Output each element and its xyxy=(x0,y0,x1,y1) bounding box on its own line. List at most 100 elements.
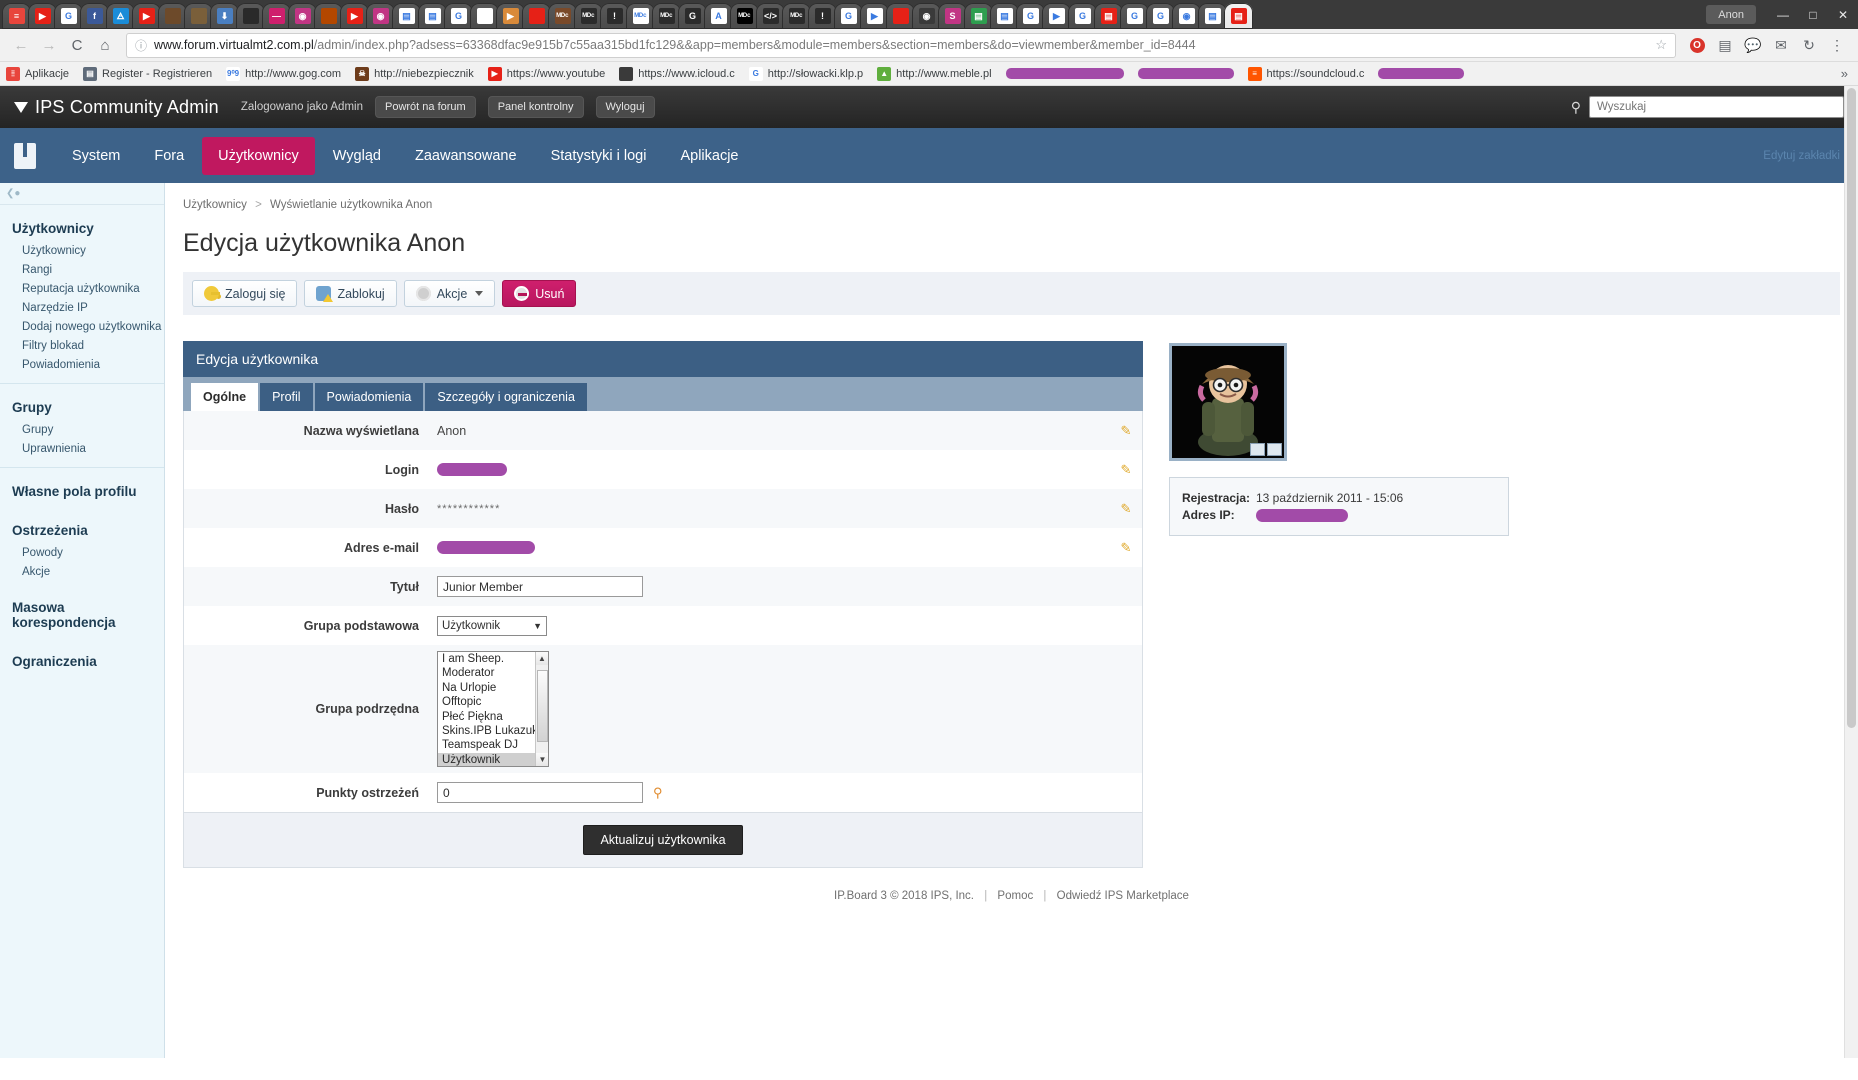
site-info-icon[interactable]: ⓘ xyxy=(135,37,147,54)
sidebar-item-dodaj-nowego-u-ytkownika[interactable]: Dodaj nowego użytkownika xyxy=(0,318,164,337)
browser-tab[interactable]: ◉ xyxy=(912,3,941,29)
listbox-option[interactable]: I am Sheep. xyxy=(438,652,548,666)
mail-icon[interactable]: ✉ xyxy=(1768,32,1794,58)
browser-tab[interactable] xyxy=(886,3,915,29)
browser-tab[interactable]: ᴹᴰᶜ xyxy=(626,3,655,29)
browser-tab[interactable]: f xyxy=(80,3,109,29)
search-icon[interactable]: ⚲ xyxy=(1571,99,1581,116)
browser-tab[interactable]: ᴹᴰᶜ xyxy=(548,3,577,29)
forward-icon[interactable]: → xyxy=(36,32,62,58)
warn-points-input[interactable] xyxy=(437,782,643,803)
browser-tab[interactable]: ▤ xyxy=(1224,3,1253,29)
nav-item-wygl-d[interactable]: Wygląd xyxy=(317,137,397,175)
sidebar-item-uprawnienia[interactable]: Uprawnienia xyxy=(0,440,164,459)
scroll-up-icon[interactable]: ▲ xyxy=(536,652,548,665)
browser-tab[interactable]: ᴹᴰᶜ xyxy=(782,3,811,29)
browser-tab[interactable] xyxy=(236,3,265,29)
browser-tab[interactable]: ᴹᴰᶜ xyxy=(574,3,603,29)
magnifier-icon[interactable]: ⚲ xyxy=(653,785,663,801)
browser-tab[interactable]: G xyxy=(54,3,83,29)
browser-tab[interactable]: ▶ xyxy=(132,3,161,29)
browser-tab[interactable]: ǃ xyxy=(808,3,837,29)
tab-szczeg-y-i-ograniczenia[interactable]: Szczegóły i ograniczenia xyxy=(425,383,587,411)
delete-user-button[interactable]: Usuń xyxy=(502,280,577,307)
comment-icon[interactable]: 💬 xyxy=(1740,32,1766,58)
browser-tab[interactable]: G xyxy=(1068,3,1097,29)
browser-tab[interactable] xyxy=(314,3,343,29)
listbox-option[interactable]: Płeć Piękna xyxy=(438,710,548,724)
listbox-option[interactable]: Moderator xyxy=(438,666,548,680)
sidebar-heading-w-asne-pola-profilu[interactable]: Własne pola profilu xyxy=(0,477,164,505)
edit-email-icon[interactable]: ✎ xyxy=(1110,540,1142,556)
browser-tab[interactable]: ⬇ xyxy=(210,3,239,29)
marketplace-link[interactable]: Odwiedź IPS Marketplace xyxy=(1057,890,1189,902)
profile-chip[interactable]: Anon xyxy=(1706,5,1756,24)
browser-tab[interactable]: G xyxy=(1016,3,1045,29)
browser-tab[interactable]: ▤ xyxy=(392,3,421,29)
browser-tab[interactable] xyxy=(184,3,213,29)
browser-tab[interactable]: </> xyxy=(756,3,785,29)
browser-tab[interactable]: 🜁 xyxy=(106,3,135,29)
browser-tab[interactable]: ᴹᴰᶜ xyxy=(652,3,681,29)
browser-tab[interactable]: G xyxy=(678,3,707,29)
browser-tab[interactable]: G xyxy=(834,3,863,29)
scrollbar-thumb[interactable] xyxy=(537,670,548,742)
browser-tab[interactable]: ▶ xyxy=(340,3,369,29)
browser-tab[interactable]: G xyxy=(1146,3,1175,29)
browser-tab[interactable]: G xyxy=(1120,3,1149,29)
reload-icon[interactable]: C xyxy=(64,32,90,58)
nav-item-system[interactable]: System xyxy=(56,137,136,175)
browser-tab[interactable]: ▤ xyxy=(964,3,993,29)
dashboard-icon[interactable] xyxy=(14,142,36,169)
browser-tab[interactable]: ▤ xyxy=(418,3,447,29)
title-input[interactable] xyxy=(437,576,643,597)
bookmarks-overflow-icon[interactable]: » xyxy=(1841,66,1852,81)
edit-login-icon[interactable]: ✎ xyxy=(1110,462,1142,478)
bookmark-item[interactable]: ▲ http://www.meble.pl xyxy=(877,66,992,81)
maximize-button[interactable]: □ xyxy=(1798,0,1828,29)
browser-tab[interactable] xyxy=(158,3,187,29)
tab-og-lne[interactable]: Ogólne xyxy=(191,383,259,411)
bookmark-item[interactable]: ⦙⦙ Aplikacje xyxy=(6,66,69,81)
sidebar-item-grupy[interactable]: Grupy xyxy=(0,421,164,440)
sidebar-item-powody[interactable]: Powody xyxy=(0,544,164,563)
browser-tab[interactable]: ▤ xyxy=(990,3,1019,29)
bookmark-item[interactable]: 9⁰9 http://www.gog.com xyxy=(226,66,341,81)
secondary-group-listbox[interactable]: I am Sheep. Moderator Na Urlopie Offtopic Pł… xyxy=(437,651,549,767)
minimize-button[interactable]: — xyxy=(1768,0,1798,29)
control-panel-button[interactable]: Panel kontrolny xyxy=(487,96,584,118)
listbox-option[interactable]: Na Urlopie xyxy=(438,681,548,695)
nav-item-fora[interactable]: Fora xyxy=(138,137,200,175)
browser-tab[interactable]: — xyxy=(262,3,291,29)
home-icon[interactable]: ⌂ xyxy=(92,32,118,58)
listbox-option[interactable]: Teamspeak DJ xyxy=(438,738,548,752)
login-as-user-button[interactable]: Zaloguj się xyxy=(192,280,298,307)
opera-icon[interactable]: O xyxy=(1684,32,1710,58)
browser-tab[interactable] xyxy=(470,3,499,29)
browser-tab[interactable]: ǃ xyxy=(600,3,629,29)
sidebar-item-filtry-blokad[interactable]: Filtry blokad xyxy=(0,337,164,356)
sidebar-heading-grupy[interactable]: Grupy xyxy=(0,393,164,421)
address-bar[interactable]: ⓘ www.forum.virtualmt2.com.pl/admin/inde… xyxy=(126,32,1676,58)
bookmark-item[interactable] xyxy=(1005,68,1124,79)
extension-icon[interactable]: ▤ xyxy=(1712,32,1738,58)
browser-tab[interactable]: ▶ xyxy=(1042,3,1071,29)
bookmark-item[interactable]: ▶ https://www.youtube xyxy=(487,66,605,81)
browser-tab[interactable]: ▤ xyxy=(1094,3,1123,29)
back-icon[interactable]: ← xyxy=(8,32,34,58)
avatar[interactable] xyxy=(1169,343,1287,461)
listbox-option[interactable]: Skins.IPB Lukazuki xyxy=(438,724,548,738)
bookmark-star-icon[interactable]: ☆ xyxy=(1647,37,1667,53)
nav-item-statystyki-i-logi[interactable]: Statystyki i logi xyxy=(535,137,663,175)
sidebar-heading-masowa-korespondencja[interactable]: Masowa korespondencja xyxy=(0,593,164,636)
browser-tab[interactable]: ◉ xyxy=(366,3,395,29)
bookmark-item[interactable]: https://www.icloud.c xyxy=(619,66,735,81)
browser-tab[interactable]: ▶ xyxy=(28,3,57,29)
nav-item-u-ytkownicy[interactable]: Użytkownicy xyxy=(202,136,315,175)
bookmark-item[interactable] xyxy=(1378,68,1465,79)
browser-tab[interactable]: ≡ xyxy=(2,3,31,29)
sidebar-item-akcje[interactable]: Akcje xyxy=(0,563,164,582)
browser-tab[interactable]: ▤ xyxy=(1198,3,1227,29)
edit-password-icon[interactable]: ✎ xyxy=(1110,501,1142,517)
browser-tab[interactable]: ◉ xyxy=(288,3,317,29)
